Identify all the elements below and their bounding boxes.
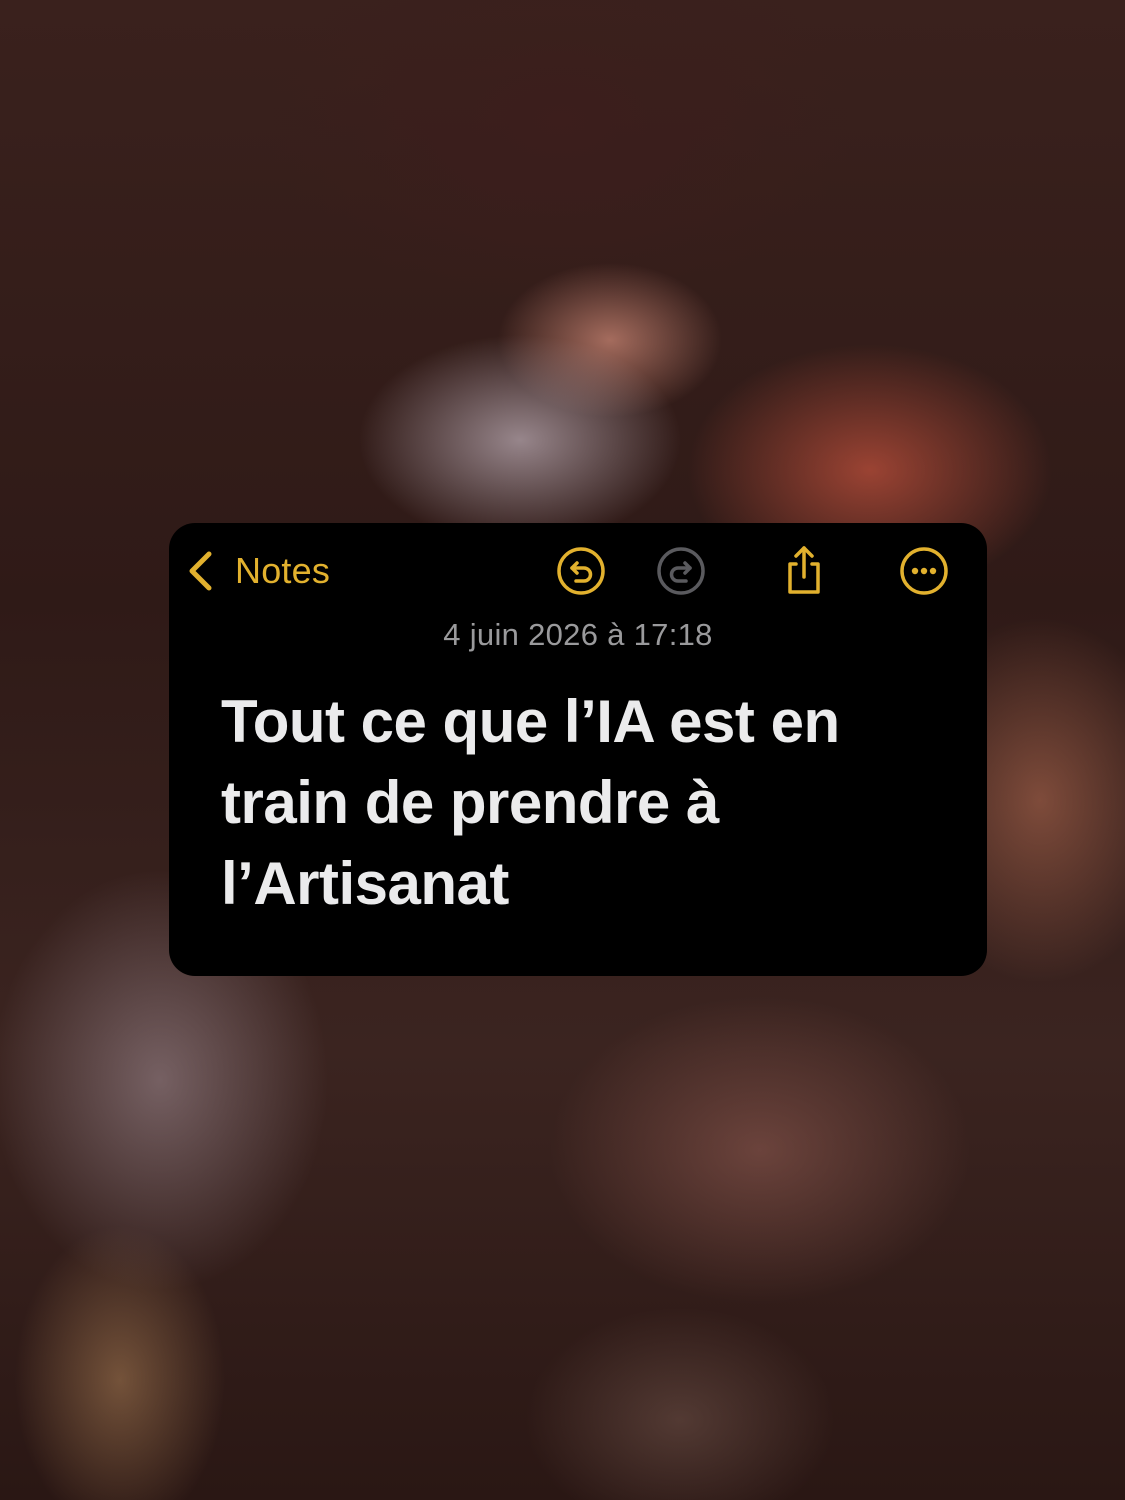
note-title-line: train de prendre à bbox=[221, 769, 719, 836]
back-button-label: Notes bbox=[235, 550, 331, 591]
undo-button[interactable] bbox=[555, 545, 607, 597]
chevron-left-icon bbox=[189, 551, 212, 591]
note-date: 4 juin 2026 à 17:18 bbox=[443, 617, 713, 652]
redo-icon bbox=[657, 547, 705, 595]
undo-icon bbox=[557, 547, 605, 595]
note-title-line: l’Artisanat bbox=[221, 850, 509, 917]
more-button[interactable] bbox=[898, 545, 950, 597]
note-card: Notes 4 juin 2026 à 17:18 Tout ce que l’… bbox=[169, 523, 987, 976]
back-button[interactable]: Notes bbox=[185, 549, 330, 593]
share-button[interactable] bbox=[778, 545, 830, 597]
redo-button[interactable] bbox=[655, 545, 707, 597]
share-icon bbox=[788, 546, 820, 594]
note-title-line: Tout ce que l’IA est en bbox=[221, 688, 840, 755]
note-title[interactable]: Tout ce que l’IA est en train de prendre… bbox=[221, 681, 921, 924]
more-icon bbox=[900, 547, 948, 595]
